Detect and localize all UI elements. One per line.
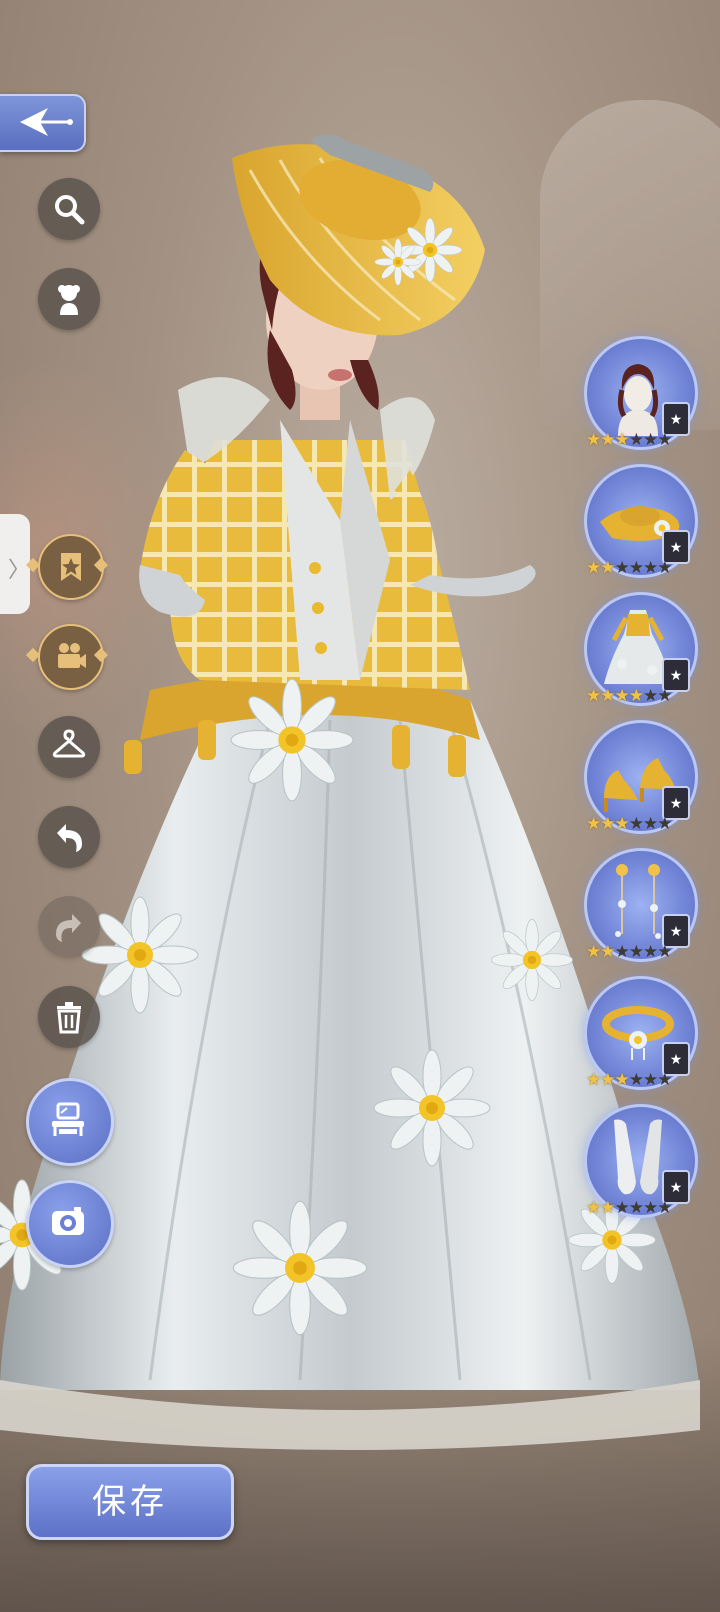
chevron-right-icon: 〉 xyxy=(8,557,31,582)
star-filled-icon: ★ xyxy=(600,558,615,577)
star-empty-icon: ★ xyxy=(628,1070,644,1089)
gloves-slot[interactable]: ★ ★★★★★★ xyxy=(582,1104,698,1224)
rarity-stars: ★★★★★★ xyxy=(586,1198,673,1217)
star-filled-icon: ★ xyxy=(586,686,601,705)
star-empty-icon: ★ xyxy=(643,430,658,449)
video-camera-icon xyxy=(58,643,86,668)
star-filled-icon: ★ xyxy=(614,430,630,449)
star-empty-icon: ★ xyxy=(643,686,658,705)
camera-icon xyxy=(52,1207,84,1235)
star-filled-icon: ★ xyxy=(586,814,601,833)
star-empty-icon: ★ xyxy=(657,814,672,833)
star-empty-icon: ★ xyxy=(657,1070,672,1089)
wardrobe-button[interactable] xyxy=(38,716,100,778)
star-filled-icon: ★ xyxy=(600,814,615,833)
furniture-button[interactable] xyxy=(26,1078,114,1166)
star-empty-icon: ★ xyxy=(657,1198,672,1217)
star-filled-icon: ★ xyxy=(600,430,615,449)
star-filled-icon: ★ xyxy=(600,1070,615,1089)
star-filled-icon: ★ xyxy=(586,430,601,449)
rarity-stars: ★★★★★★ xyxy=(586,558,673,577)
undo-button[interactable] xyxy=(38,806,100,868)
bookmark-star-icon xyxy=(61,553,81,581)
hat-slot[interactable]: ★ ★★★★★★ xyxy=(582,464,698,584)
necklace-slot[interactable]: ★ ★★★★★★ xyxy=(582,976,698,1096)
star-filled-icon: ★ xyxy=(600,686,615,705)
star-empty-icon: ★ xyxy=(614,1198,630,1217)
star-empty-icon: ★ xyxy=(643,1070,658,1089)
search-button[interactable] xyxy=(38,178,100,240)
video-button[interactable] xyxy=(38,624,104,690)
earrings-slot[interactable]: ★ ★★★★★★ xyxy=(582,848,698,968)
rarity-stars: ★★★★★★ xyxy=(586,430,673,449)
star-empty-icon: ★ xyxy=(643,558,658,577)
star-filled-icon: ★ xyxy=(628,686,644,705)
star-empty-icon: ★ xyxy=(628,430,644,449)
star-empty-icon: ★ xyxy=(657,942,672,961)
star-filled-icon: ★ xyxy=(586,558,601,577)
star-empty-icon: ★ xyxy=(643,814,658,833)
head-slot[interactable]: ★ ★★★★★★ xyxy=(582,336,698,456)
star-filled-icon: ★ xyxy=(614,814,630,833)
star-filled-icon: ★ xyxy=(614,1070,630,1089)
back-button[interactable] xyxy=(0,94,86,152)
star-filled-icon: ★ xyxy=(600,942,615,961)
star-empty-icon: ★ xyxy=(614,558,630,577)
bookmark-button[interactable] xyxy=(38,534,104,600)
dress-slot[interactable]: ★ ★★★★★★ xyxy=(582,592,698,712)
camera-button[interactable] xyxy=(26,1180,114,1268)
save-button[interactable]: 保存 xyxy=(26,1464,234,1540)
star-empty-icon: ★ xyxy=(657,686,672,705)
rarity-stars: ★★★★★★ xyxy=(586,942,673,961)
shoes-slot[interactable]: ★ ★★★★★★ xyxy=(582,720,698,840)
star-empty-icon: ★ xyxy=(614,942,630,961)
furniture-icon xyxy=(52,1102,84,1136)
delete-button[interactable] xyxy=(38,986,100,1048)
star-empty-icon: ★ xyxy=(628,1198,644,1217)
star-empty-icon: ★ xyxy=(628,558,644,577)
redo-button[interactable] xyxy=(38,896,100,958)
star-filled-icon: ★ xyxy=(600,1198,615,1217)
character-bust-icon xyxy=(58,285,80,315)
star-empty-icon: ★ xyxy=(628,942,644,961)
hanger-icon xyxy=(52,729,86,758)
rarity-stars: ★★★★★★ xyxy=(586,686,673,705)
star-empty-icon: ★ xyxy=(628,814,644,833)
character-bust-button[interactable] xyxy=(38,268,100,330)
star-filled-icon: ★ xyxy=(586,942,601,961)
redo-icon xyxy=(56,914,81,942)
rarity-stars: ★★★★★★ xyxy=(586,1070,673,1089)
star-empty-icon: ★ xyxy=(643,1198,658,1217)
star-filled-icon: ★ xyxy=(614,686,630,705)
star-empty-icon: ★ xyxy=(643,942,658,961)
undo-icon xyxy=(57,824,82,852)
search-icon xyxy=(55,195,85,225)
back-arrow-icon xyxy=(20,108,73,136)
trash-icon xyxy=(57,1002,81,1034)
star-filled-icon: ★ xyxy=(586,1070,601,1089)
star-filled-icon: ★ xyxy=(586,1198,601,1217)
rarity-stars: ★★★★★★ xyxy=(586,814,673,833)
star-empty-icon: ★ xyxy=(657,558,672,577)
star-empty-icon: ★ xyxy=(657,430,672,449)
